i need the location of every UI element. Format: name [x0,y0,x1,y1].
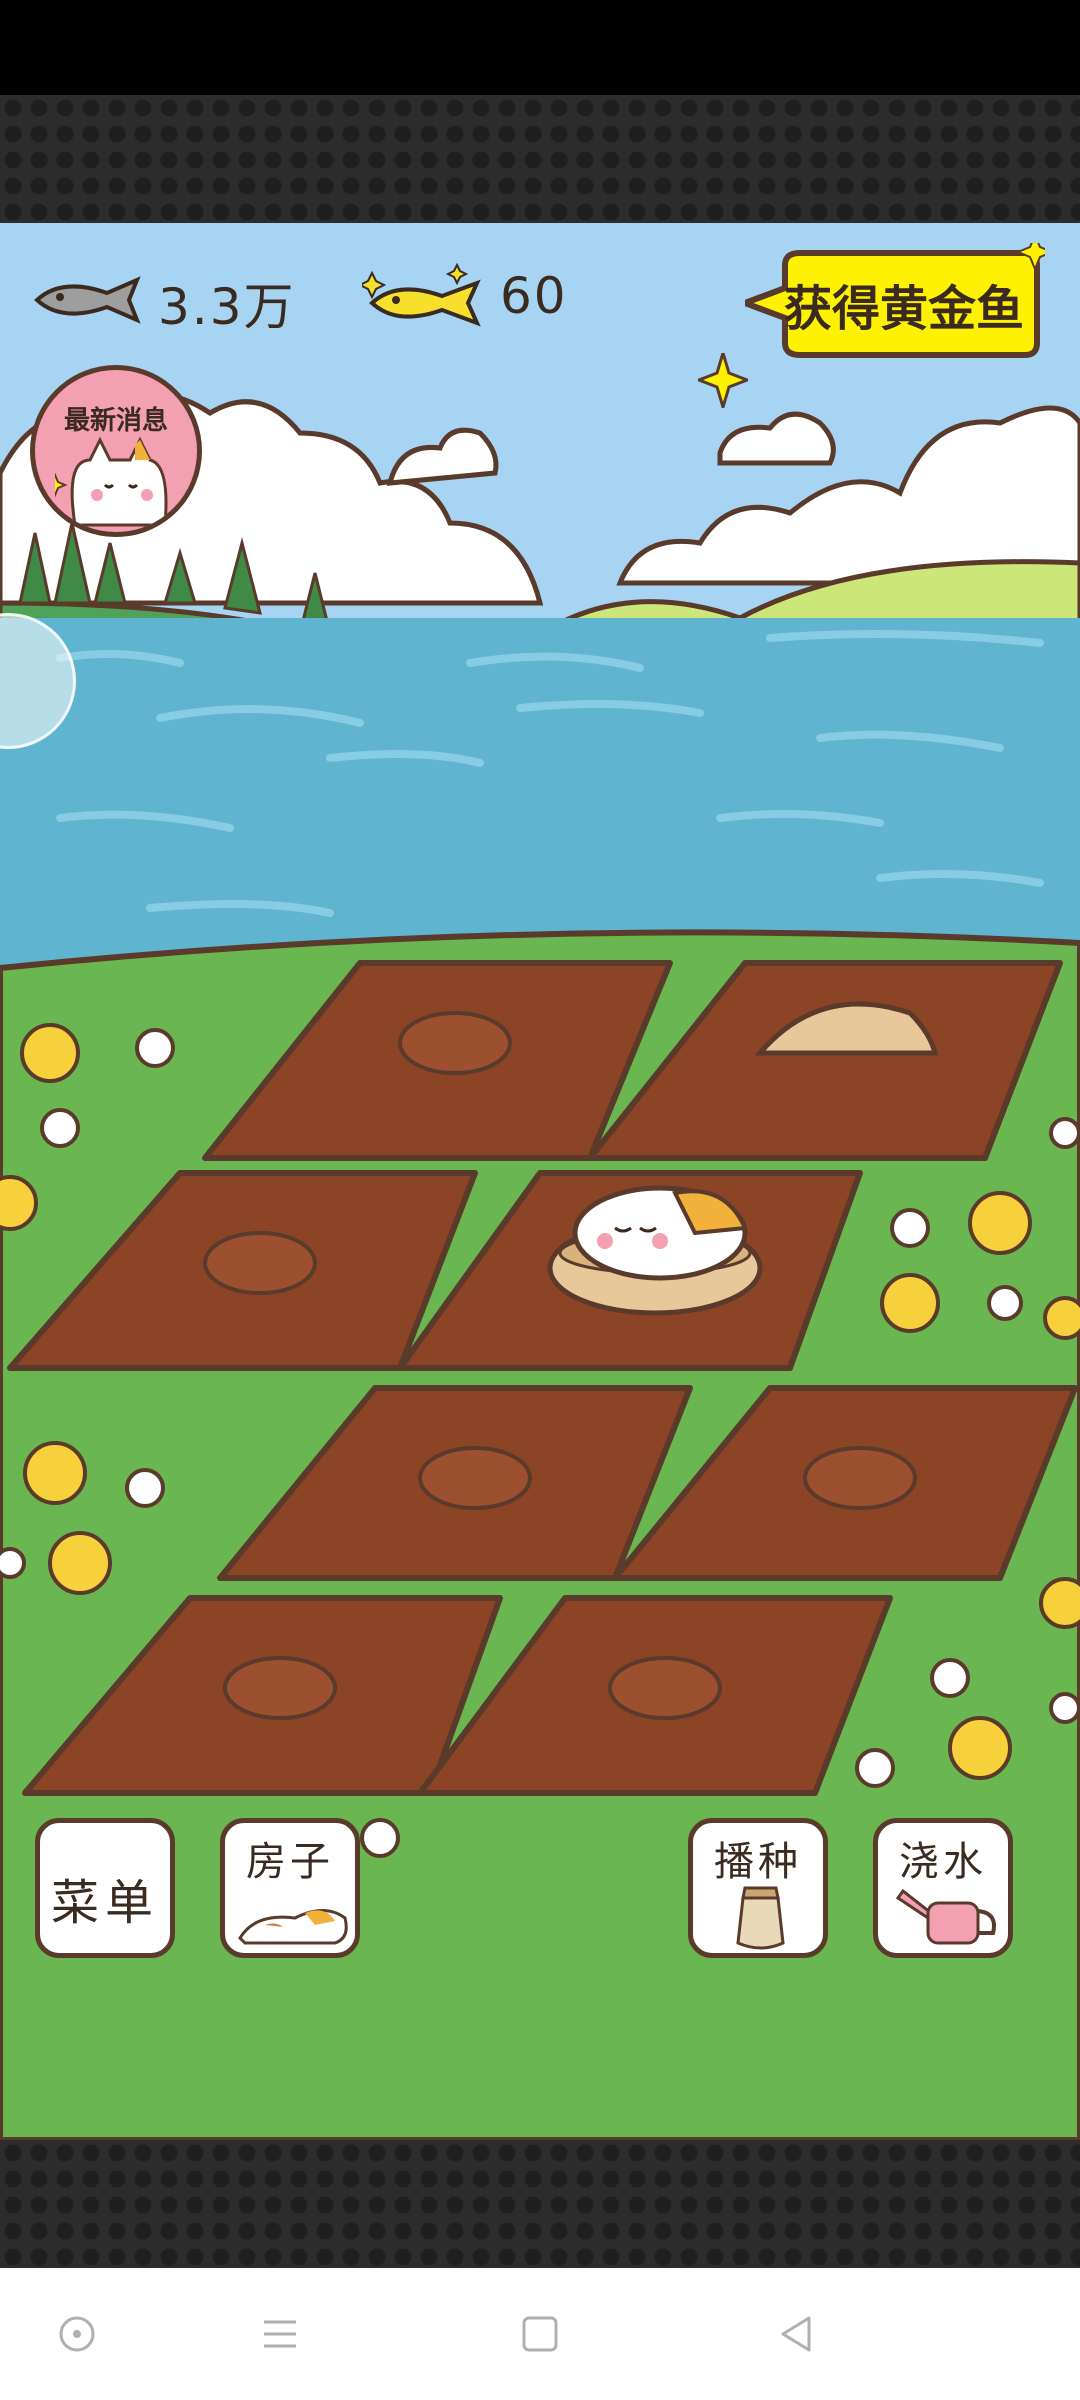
assistant-icon[interactable] [55,2312,99,2356]
fish-count: 3.3万 [158,278,296,336]
gold-fish-count: 60 [500,267,568,325]
menu-icon[interactable] [258,2312,302,2356]
menu-button[interactable]: 菜单 [35,1818,175,1958]
water-label: 浇水 [899,1839,987,1885]
lying-cat-icon [238,1909,348,1945]
sparkle-icon [698,353,748,408]
cat-face-icon [55,436,168,527]
planted-mound [398,1011,512,1075]
planted-mound [608,1656,722,1720]
seed-bag-icon [736,1886,785,1950]
back-icon[interactable] [775,2312,819,2356]
planted-mound [418,1446,532,1510]
planted-mound [223,1656,337,1720]
watering-can-icon [895,1888,996,1945]
menu-label: 菜单 [50,1875,159,1931]
sow-button[interactable]: 播种 [688,1818,828,1958]
planted-mound [803,1446,917,1510]
gold-fish-icon [357,262,487,333]
fish-icon [32,275,142,325]
bottom-bezel [0,2140,1080,2268]
planted-mound [203,1231,317,1295]
water-button[interactable]: 浇水 [873,1818,1013,1958]
house-label: 房子 [246,1839,334,1885]
house-button[interactable]: 房子 [220,1818,360,1958]
home-icon[interactable] [518,2312,562,2356]
cat-in-basket-icon[interactable] [545,1163,765,1333]
status-bar [0,0,1080,95]
get-golden-fish-label: 获得黄金鱼 [783,281,1024,337]
latest-news-button[interactable]: 最新消息 [30,365,202,537]
sow-label: 播种 [714,1839,802,1885]
navigation-bar [0,2268,1080,2400]
top-bezel [0,95,1080,223]
game-scene[interactable]: 3.3万 60 获得黄金鱼 最新消息 菜单 房子 播种 浇水 [0,223,1080,2140]
get-golden-fish-button[interactable]: 获得黄金鱼 [745,243,1045,368]
